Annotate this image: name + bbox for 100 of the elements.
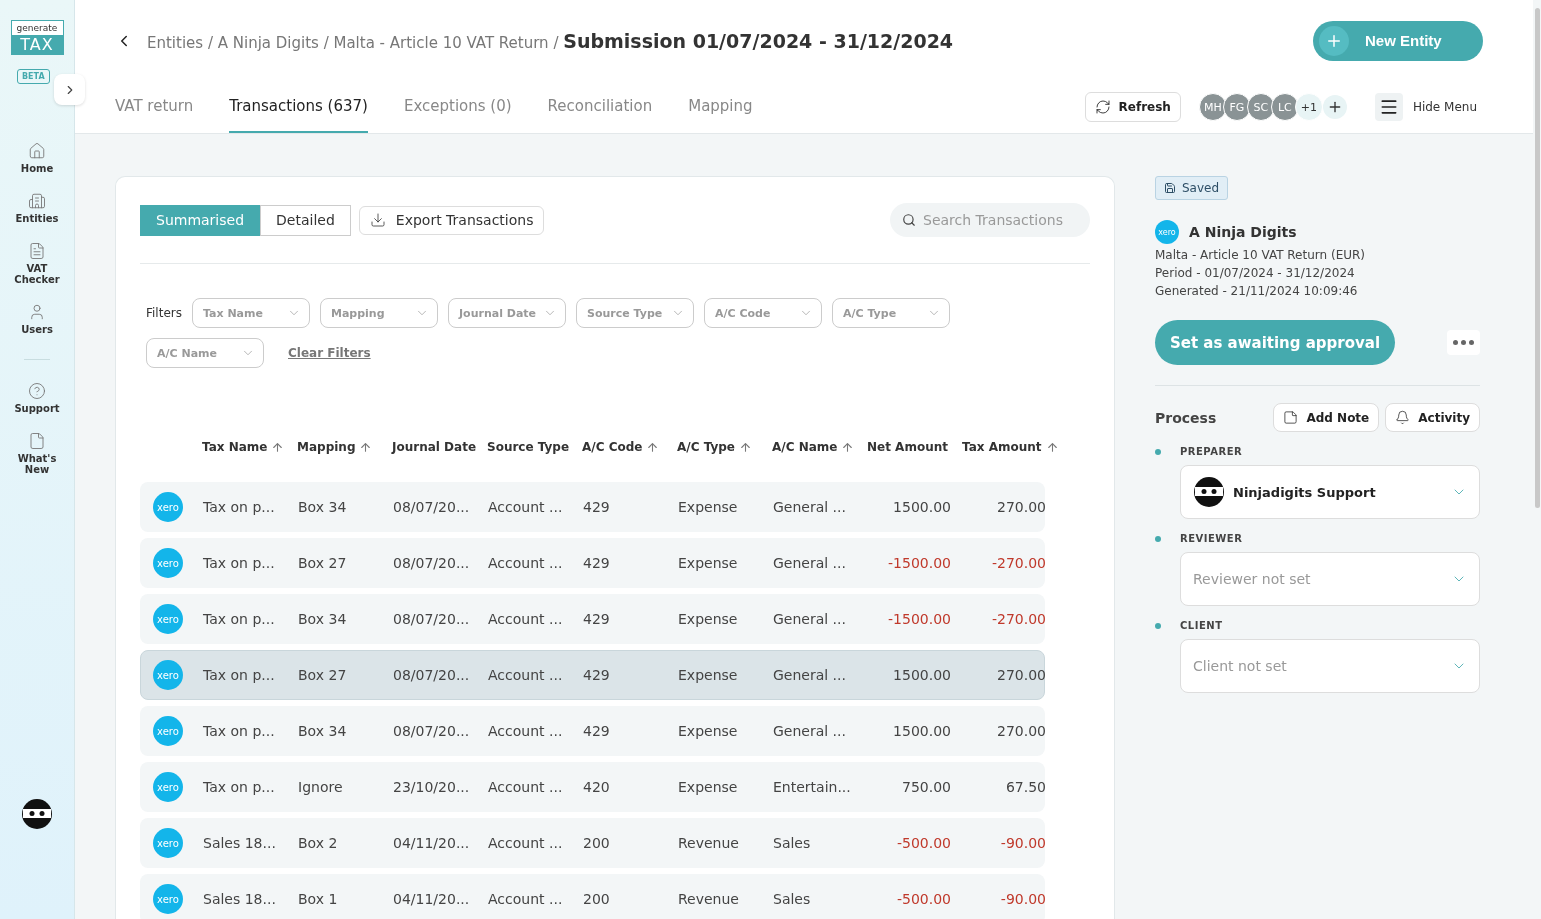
activity-button[interactable]: Activity xyxy=(1385,403,1480,432)
table-row[interactable]: xero Tax on p... Box 27 08/07/20... Account ... 429 Expense General ... -1500.00 -270.00 xyxy=(140,538,1045,588)
page-title: Submission 01/07/2024 - 31/12/2024 xyxy=(563,29,954,52)
table-row[interactable]: xero Tax on p... Box 34 08/07/20... Account ... 429 Expense General ... -1500.00 -270.00 xyxy=(140,594,1045,644)
add-user-button[interactable] xyxy=(1322,95,1347,120)
table-cell-text: Account ... xyxy=(488,555,564,571)
save-icon xyxy=(1164,182,1176,194)
tab[interactable]: VAT return xyxy=(115,81,194,133)
table-cell-text: -500.00 xyxy=(895,835,952,851)
sort-arrow-icon xyxy=(271,440,285,454)
table-cell-text: Expense xyxy=(678,723,739,739)
nav-item[interactable]: Support xyxy=(7,382,67,414)
table-cell-text: 200 xyxy=(583,891,611,907)
table-cell-text: 270.00 xyxy=(996,723,1047,739)
more-button[interactable] xyxy=(1447,330,1480,355)
table-row[interactable]: xero Tax on p... Box 27 08/07/20... Account ... 429 Expense General ... 1500.00 270.00 xyxy=(140,650,1045,700)
entity-detail: Generated - 21/11/2024 10:09:46 xyxy=(1155,284,1359,298)
table-cell-text: Revenue xyxy=(678,835,740,851)
table-row[interactable]: xero Tax on p... Ignore 23/10/20... Account ... 420 Expense Entertain... 750.00 67.50 xyxy=(140,762,1045,812)
table-cell-text: 08/07/20... xyxy=(393,723,471,739)
table-cell-text: Expense xyxy=(678,555,739,571)
column-header[interactable]: Tax Name xyxy=(202,440,297,454)
refresh-button[interactable]: Refresh xyxy=(1084,92,1181,123)
table-cell-text: 04/11/20... xyxy=(393,835,471,851)
table-row[interactable]: xero Sales 18... Box 1 04/11/20... Account ... 200 Revenue Sales -500.00 -90.00 xyxy=(140,874,1045,919)
table-cell-text: 429 xyxy=(583,555,611,571)
table-cell-text: General ... xyxy=(773,555,847,571)
xero-logo: xero xyxy=(153,772,183,802)
column-header[interactable]: A/C Code xyxy=(582,440,677,454)
step-dot xyxy=(1155,623,1161,629)
column-header[interactable]: Journal Date xyxy=(392,440,487,454)
table-cell-text: Sales 18... xyxy=(203,835,277,851)
add-note-button[interactable]: Add Note xyxy=(1273,403,1380,432)
tab[interactable]: Exceptions (0) xyxy=(403,81,512,133)
nav-item[interactable]: Users xyxy=(7,303,67,335)
table-cell-text: Tax on p... xyxy=(203,723,276,739)
table-cell-text: 750.00 xyxy=(901,779,952,795)
buildings-icon xyxy=(28,192,46,210)
bell-icon xyxy=(1395,410,1411,425)
saved-badge: Saved xyxy=(1155,176,1229,200)
nav-item[interactable]: What's New xyxy=(7,432,67,475)
table-cell-text: Expense xyxy=(678,499,739,515)
export-button[interactable]: Export Transactions xyxy=(358,205,545,235)
scrollbar-thumb[interactable] xyxy=(1534,8,1540,508)
table-cell-text: 1500.00 xyxy=(892,499,952,515)
nav-item[interactable]: VAT Checker xyxy=(7,242,67,285)
refresh-icon xyxy=(1094,99,1111,116)
column-header[interactable]: Source Type xyxy=(487,440,582,454)
table-cell-text: -270.00 xyxy=(990,611,1047,627)
process-title: Process xyxy=(1155,409,1217,426)
more-users-badge[interactable]: +1 xyxy=(1294,93,1323,122)
xero-logo: xero xyxy=(153,884,183,914)
table-cell-text: Box 27 xyxy=(298,667,348,683)
search-input[interactable]: Search Transactions xyxy=(921,211,1071,229)
table-cell-text: -500.00 xyxy=(895,891,952,907)
table-cell-text: 429 xyxy=(583,499,611,515)
menu-icon xyxy=(1374,93,1403,122)
ninja-avatar-icon xyxy=(21,798,53,830)
assignee-select[interactable]: Ninjadigits Support xyxy=(1180,465,1480,519)
table-cell-text: Ignore xyxy=(298,779,344,795)
table-row[interactable]: xero Sales 18... Box 2 04/11/20... Account ... 200 Revenue Sales -500.00 -90.00 xyxy=(140,818,1045,868)
entity-name: A Ninja Digits xyxy=(1189,224,1297,240)
column-header[interactable]: Tax Amount xyxy=(962,440,1057,454)
view-toggle[interactable]: Detailed xyxy=(260,204,351,236)
nav-item[interactable]: Entities xyxy=(7,192,67,224)
table-cell-text: -270.00 xyxy=(990,555,1047,571)
table-cell-text: General ... xyxy=(773,667,847,683)
table-cell-text: 08/07/20... xyxy=(393,611,471,627)
column-header[interactable]: Net Amount xyxy=(867,440,962,454)
table-row[interactable]: xero Tax on p... Box 34 08/07/20... Account ... 429 Expense General ... 1500.00 270.00 xyxy=(140,706,1045,756)
table-cell-text: Box 1 xyxy=(298,891,339,907)
column-header[interactable]: A/C Name xyxy=(772,440,867,454)
xero-logo: xero xyxy=(1155,220,1179,244)
xero-logo: xero xyxy=(153,492,183,522)
table-cell-text: General ... xyxy=(773,611,847,627)
column-header[interactable]: A/C Type xyxy=(677,440,772,454)
tab[interactable]: Mapping xyxy=(688,81,753,133)
table-cell-text: Tax on p... xyxy=(203,611,276,627)
search-icon xyxy=(902,213,916,227)
nav-item[interactable]: Home xyxy=(7,142,67,174)
column-header[interactable]: Mapping xyxy=(297,440,392,454)
table-cell-text: -1500.00 xyxy=(887,555,952,571)
table-row[interactable]: xero Tax on p... Box 34 08/07/20... Account ... 429 Expense General ... 1500.00 270.00 xyxy=(140,482,1045,532)
sort-arrow-icon xyxy=(359,440,373,454)
table-cell-text: -1500.00 xyxy=(887,611,952,627)
table-cell-text: Revenue xyxy=(678,891,740,907)
tab[interactable]: Reconciliation xyxy=(547,81,653,133)
table-cell-text: Expense xyxy=(678,779,739,795)
ninja-avatar-icon xyxy=(1193,476,1225,508)
clear-filters-link[interactable]: Clear Filters xyxy=(288,346,371,360)
sort-arrow-icon xyxy=(1045,440,1059,454)
table-cell-text: Account ... xyxy=(488,891,564,907)
download-icon xyxy=(369,212,386,228)
hide-menu-button[interactable]: Hide Menu xyxy=(1368,92,1483,123)
step-dot xyxy=(1155,449,1161,455)
table-cell-text: Account ... xyxy=(488,667,564,683)
search-field[interactable]: Search Transactions xyxy=(890,203,1090,237)
table-cell-text: 67.50 xyxy=(1004,779,1047,795)
entity-detail: Malta - Article 10 VAT Return (EUR) xyxy=(1155,248,1367,262)
table-cell-text: Sales xyxy=(773,891,812,907)
